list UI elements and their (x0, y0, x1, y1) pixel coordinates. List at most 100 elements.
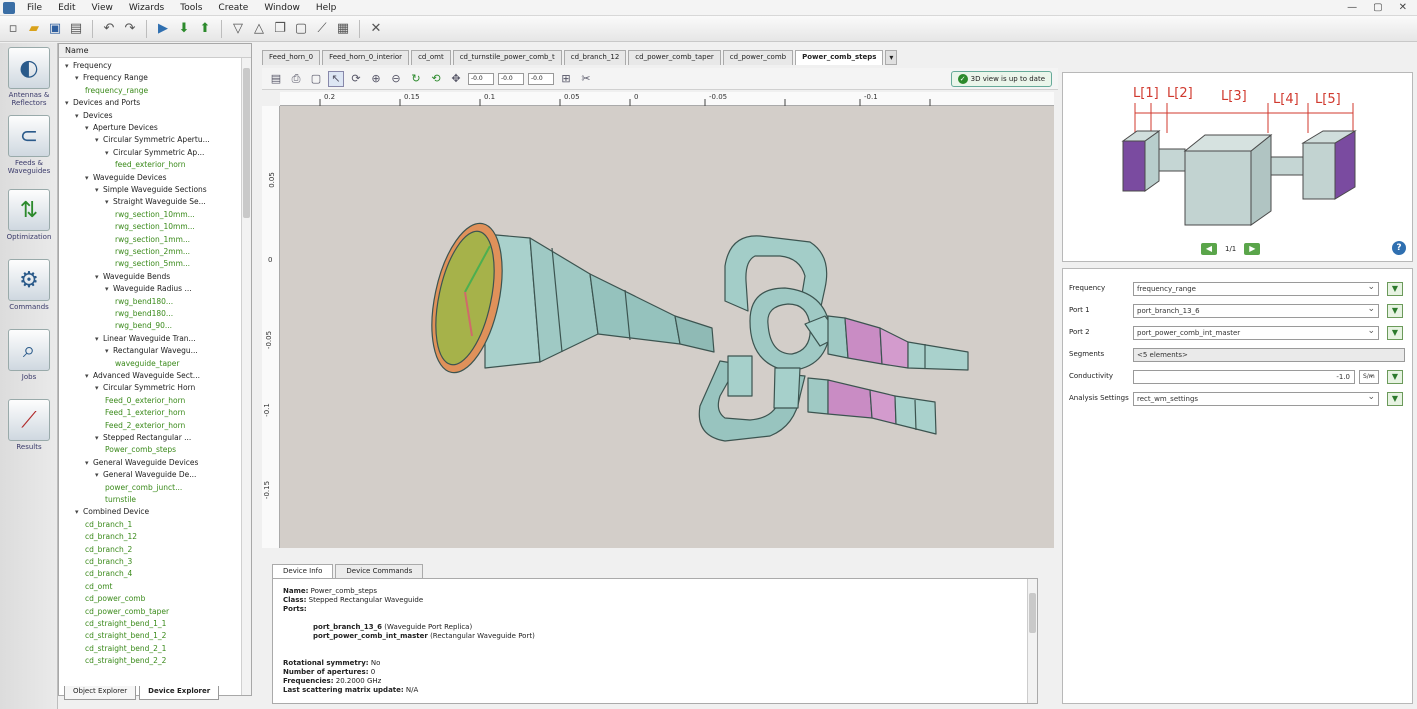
menu-create[interactable]: Create (210, 3, 256, 13)
document-tab[interactable]: Power_comb_steps (795, 50, 884, 65)
paste-icon[interactable]: ▢ (292, 20, 310, 38)
tree-leaf[interactable]: cd_branch_12 (85, 531, 137, 543)
select-pointer-icon[interactable]: ↖ (328, 70, 344, 87)
expand-arrow-icon[interactable]: ▾ (95, 382, 103, 394)
tree-leaf[interactable]: cd_power_comb_taper (85, 606, 169, 618)
analysis-settings-select[interactable]: rect_wm_settings (1133, 391, 1379, 406)
expand-arrow-icon[interactable]: ▾ (95, 432, 103, 444)
document-tab[interactable]: cd_omt (411, 50, 451, 65)
horn-taper[interactable] (589, 273, 681, 345)
up-triangle-icon[interactable]: △ (250, 20, 268, 38)
tree-node[interactable]: ▾ Linear Waveguide Tran... (95, 333, 196, 345)
upper-arm-step-2[interactable] (879, 327, 909, 369)
tree-node[interactable]: ▾ Circular Symmetric Apertu... (95, 134, 210, 146)
tree-node[interactable]: ▾ Advanced Waveguide Sect... (85, 370, 200, 382)
expand-arrow-icon[interactable]: ▾ (95, 184, 103, 196)
new-file-icon[interactable]: ▫ (4, 20, 22, 38)
menu-window[interactable]: Window (256, 3, 308, 13)
help-icon[interactable]: ? (1392, 241, 1406, 255)
menu-edit[interactable]: Edit (50, 3, 83, 13)
tree-leaf[interactable]: rwg_section_10mm... (115, 221, 195, 233)
tree-leaf[interactable]: power_comb_junct... (105, 482, 182, 494)
expand-arrow-icon[interactable]: ▾ (75, 506, 83, 518)
tree-leaf[interactable]: cd_branch_1 (85, 519, 132, 531)
tree-leaf[interactable]: rwg_bend180... (115, 296, 173, 308)
tree-leaf[interactable]: rwg_section_2mm... (115, 246, 190, 258)
tree-node[interactable]: ▾ Aperture Devices (85, 122, 158, 134)
expand-arrow-icon[interactable]: ▾ (95, 469, 103, 481)
expand-arrow-icon[interactable]: ▾ (75, 72, 83, 84)
download-icon[interactable]: ⬇ (175, 20, 193, 38)
tree-leaf[interactable]: rwg_section_5mm... (115, 258, 190, 270)
tree-leaf[interactable]: waveguide_taper (115, 358, 180, 370)
run-icon[interactable]: ▶ (154, 20, 172, 38)
connector-block[interactable] (727, 355, 753, 397)
tree-node[interactable]: ▾ General Waveguide Devices (85, 457, 198, 469)
tree-node[interactable]: ▾ Devices (75, 110, 113, 122)
tree-leaf[interactable]: Feed_1_exterior_horn (105, 407, 185, 419)
conductivity-pick-button[interactable]: ▼ (1387, 370, 1403, 384)
document-tab[interactable]: cd_turnstile_power_comb_t (452, 50, 562, 65)
tree-node[interactable]: ▾ General Waveguide De... (95, 469, 196, 481)
print-icon[interactable]: ⎙ (288, 71, 304, 87)
maximize-button[interactable]: ▢ (1373, 2, 1382, 13)
analysis-settings-pick-button[interactable]: ▼ (1387, 392, 1403, 406)
reload-icon[interactable]: ⟲ (428, 71, 444, 87)
export-icon[interactable]: ▤ (67, 20, 85, 38)
sidebar-item-jobs[interactable]: ⌕ Jobs (4, 329, 54, 381)
tree-node[interactable]: ▾ Stepped Rectangular ... (95, 432, 191, 444)
tree-node[interactable]: ▾ Combined Device (75, 506, 149, 518)
tree-leaf[interactable]: cd_branch_2 (85, 544, 132, 556)
lower-arm-base[interactable] (807, 377, 829, 415)
tree-leaf[interactable]: cd_omt (85, 581, 112, 593)
tree-leaf[interactable]: cd_straight_bend_2_1 (85, 643, 166, 655)
tree-node[interactable]: ▾ Frequency Range (75, 72, 148, 84)
tab-object-explorer[interactable]: Object Explorer (64, 686, 137, 700)
tree-node[interactable]: ▾ Waveguide Bends (95, 271, 170, 283)
redo-icon[interactable]: ↷ (121, 20, 139, 38)
menu-wizards[interactable]: Wizards (121, 3, 172, 13)
frequency-pick-button[interactable]: ▼ (1387, 282, 1403, 296)
expand-arrow-icon[interactable]: ▾ (95, 134, 103, 146)
prev-arrow-icon[interactable]: ◀ (1201, 243, 1217, 255)
minimize-button[interactable]: — (1347, 2, 1357, 13)
document-tab[interactable]: Feed_horn_0 (262, 50, 321, 65)
port-2-pick-button[interactable]: ▼ (1387, 326, 1403, 340)
tree-scroll-thumb[interactable] (243, 68, 250, 218)
tree-leaf[interactable]: frequency_range (85, 85, 148, 97)
tree-leaf[interactable]: rwg_section_10mm... (115, 209, 195, 221)
tree-leaf[interactable]: cd_straight_bend_1_1 (85, 618, 166, 630)
view-y-field[interactable]: -0.0 (498, 72, 524, 85)
tab-device-commands[interactable]: Device Commands (335, 564, 424, 578)
info-scroll-thumb[interactable] (1029, 593, 1036, 633)
tree-leaf[interactable]: cd_power_comb (85, 593, 145, 605)
horn-throat[interactable] (674, 315, 715, 353)
expand-arrow-icon[interactable]: ▾ (105, 283, 113, 295)
conductivity-unit-select[interactable]: S/m (1359, 369, 1379, 384)
save-icon[interactable]: ▣ (46, 20, 64, 38)
zoom-in-icon[interactable]: ⊕ (368, 71, 384, 87)
tree-leaf[interactable]: feed_exterior_horn (115, 159, 186, 171)
tab-device-info[interactable]: Device Info (272, 564, 334, 578)
tree-leaf[interactable]: cd_branch_3 (85, 556, 132, 568)
tab-list-dropdown-icon[interactable]: ▾ (885, 50, 898, 65)
tree-node[interactable]: ▾ Simple Waveguide Sections (95, 184, 207, 196)
zoom-out-icon[interactable]: ⊖ (388, 71, 404, 87)
filter-icon[interactable]: ▽ (229, 20, 247, 38)
open-folder-icon[interactable]: ▰ (25, 20, 43, 38)
tree-node[interactable]: ▾ Straight Waveguide Se... (105, 196, 206, 208)
frequency-select[interactable]: frequency_range (1133, 281, 1379, 296)
segments-field[interactable]: <5 elements> (1133, 348, 1405, 362)
axes-icon[interactable]: ⊞ (558, 71, 574, 87)
expand-arrow-icon[interactable]: ▾ (85, 172, 93, 184)
document-tab[interactable]: Feed_horn_0_interior (322, 50, 410, 65)
pan-icon[interactable]: ✥ (448, 71, 464, 87)
close-button[interactable]: ✕ (1399, 2, 1407, 13)
rotate-icon[interactable]: ⟳ (348, 71, 364, 87)
info-scrollbar[interactable] (1027, 579, 1037, 703)
sidebar-item-commands[interactable]: ⚙ Commands (4, 259, 54, 311)
tree-scrollbar[interactable] (241, 58, 251, 695)
view-x-field[interactable]: -0.0 (468, 72, 494, 85)
tree-leaf[interactable]: rwg_bend_90... (115, 320, 172, 332)
next-arrow-icon[interactable]: ▶ (1244, 243, 1261, 255)
